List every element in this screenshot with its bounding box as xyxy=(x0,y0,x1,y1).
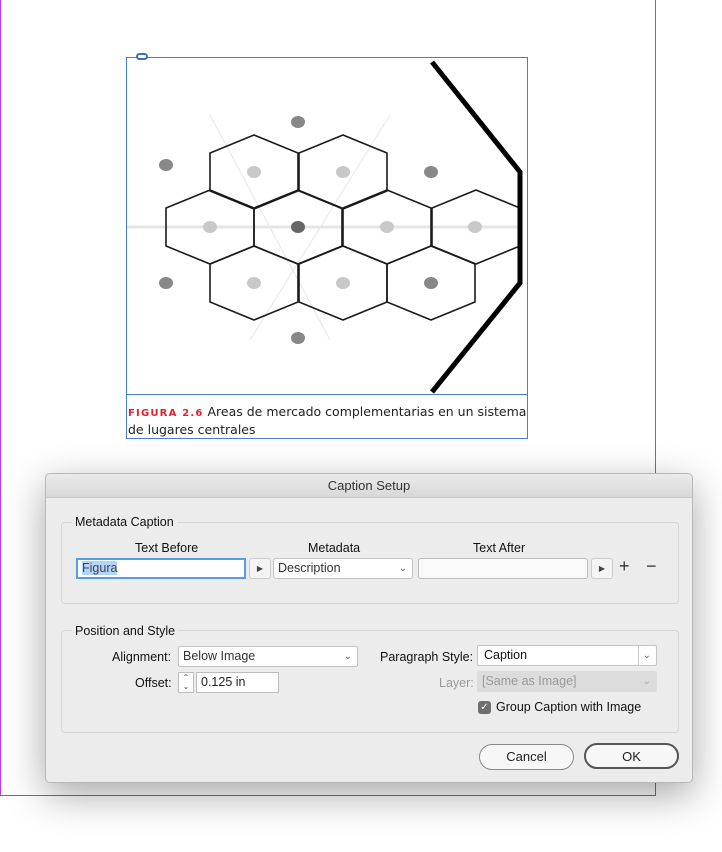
center-dot xyxy=(468,221,482,233)
center-dot xyxy=(291,221,305,233)
add-row-button[interactable]: + xyxy=(619,556,630,577)
caption-setup-dialog: Caption Setup Metadata Caption Text Befo… xyxy=(45,473,693,783)
position-style-legend: Position and Style xyxy=(72,624,179,638)
chevron-down-icon: ⌄ xyxy=(637,646,651,665)
center-dot xyxy=(159,277,173,289)
center-dot xyxy=(380,221,394,233)
text-before-insert-button[interactable]: ▶ xyxy=(249,558,271,579)
ok-button[interactable]: OK xyxy=(584,743,679,769)
center-dot xyxy=(247,277,261,289)
center-dot xyxy=(203,221,217,233)
caption-frame[interactable]: FIGURA 2.6 Areas de mercado complementar… xyxy=(126,395,528,439)
text-after-insert-button[interactable]: ▶ xyxy=(591,558,613,579)
alignment-label: Alignment: xyxy=(112,650,172,664)
center-dot xyxy=(291,332,305,344)
center-dot xyxy=(424,277,438,289)
chevron-down-icon: ⌄ xyxy=(343,651,352,662)
center-dot xyxy=(336,166,350,178)
chevron-down-icon: ⌄ xyxy=(398,563,407,574)
center-dot xyxy=(159,159,173,171)
metadata-select[interactable]: Description ⌄ xyxy=(273,558,413,579)
center-dot xyxy=(424,166,438,178)
layer-select: [Same as Image] ⌄ xyxy=(477,671,657,692)
layer-label: Layer: xyxy=(439,676,474,690)
alignment-value: Below Image xyxy=(183,649,256,663)
group-caption-checkbox[interactable]: ✓ xyxy=(478,701,491,714)
remove-row-button[interactable]: − xyxy=(646,556,657,577)
paragraph-style-value: Caption xyxy=(484,648,528,662)
center-dot xyxy=(336,277,350,289)
text-after-header: Text After xyxy=(473,541,526,555)
text-after-input[interactable] xyxy=(418,558,588,579)
image-frame[interactable] xyxy=(126,53,528,395)
caption-label: FIGURA 2.6 xyxy=(128,408,204,419)
link-icon[interactable] xyxy=(136,53,148,60)
alignment-select[interactable]: Below Image ⌄ xyxy=(178,646,358,667)
offset-input[interactable]: 0.125 in xyxy=(196,672,279,693)
cancel-button[interactable]: Cancel xyxy=(479,744,574,770)
text-before-input[interactable]: Figura xyxy=(76,558,246,579)
metadata-header: Metadata xyxy=(308,541,361,555)
text-before-header: Text Before xyxy=(135,541,199,555)
margin-guide-bottom xyxy=(0,795,656,796)
offset-label: Offset: xyxy=(135,676,172,690)
center-dot xyxy=(247,166,261,178)
metadata-value: Description xyxy=(278,561,341,575)
offset-value: 0.125 in xyxy=(201,675,246,689)
group-caption-label[interactable]: Group Caption with Image xyxy=(496,700,641,714)
paragraph-style-select[interactable]: Caption ⌄ xyxy=(477,645,657,666)
dialog-title: Caption Setup xyxy=(46,474,692,498)
paragraph-style-label: Paragraph Style: xyxy=(380,650,474,664)
margin-guide-left xyxy=(0,0,1,796)
chevron-down-icon: ⌄ xyxy=(642,676,651,687)
hexagon-diagram xyxy=(127,60,523,394)
center-dot xyxy=(291,116,305,128)
offset-stepper[interactable]: ⌃ ⌄ xyxy=(178,672,194,693)
text-before-value: Figura xyxy=(82,561,118,575)
metadata-caption-legend: Metadata Caption xyxy=(72,515,177,529)
layer-value: [Same as Image] xyxy=(482,674,577,688)
